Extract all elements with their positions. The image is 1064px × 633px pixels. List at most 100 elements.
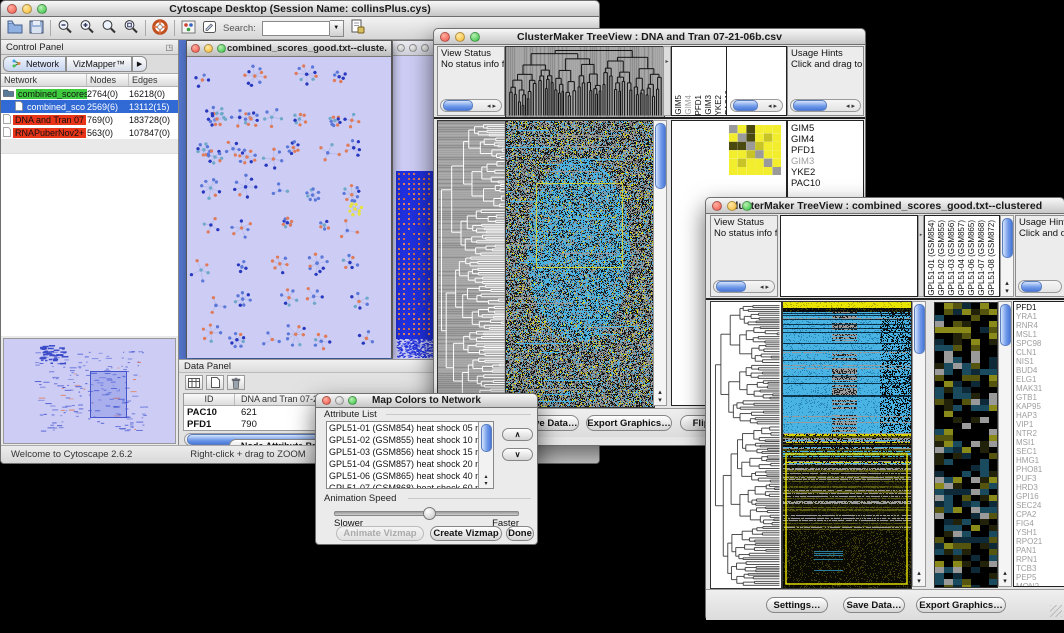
- gene-label[interactable]: MSI1: [1016, 438, 1064, 447]
- minimize-button[interactable]: [727, 201, 737, 211]
- gene-label[interactable]: PHO81: [1016, 465, 1064, 474]
- gene-label[interactable]: MSL1: [1016, 330, 1064, 339]
- background-network-window[interactable]: [392, 40, 436, 359]
- col-network[interactable]: Network: [1, 74, 87, 86]
- scroll-arrows[interactable]: ▴▾: [1005, 280, 1009, 296]
- gene-label[interactable]: CLN1: [1016, 348, 1064, 357]
- gene-label[interactable]: ELG1: [1016, 375, 1064, 384]
- network-list-whitespace[interactable]: [1, 153, 178, 336]
- gene-label[interactable]: GIM5: [791, 123, 863, 134]
- gene-label[interactable]: YKE2: [791, 167, 863, 178]
- gene-label[interactable]: PUF3: [1016, 474, 1064, 483]
- zoom-in-icon[interactable]: [79, 19, 95, 37]
- column-label[interactable]: GPL51-04 (GSM857): [957, 220, 966, 296]
- network-graph-canvas[interactable]: [187, 57, 391, 358]
- listbox-vscrollbar[interactable]: ▴▾: [478, 422, 493, 488]
- attribute-item[interactable]: GPL51-06 (GSM865) heat shock 40 min: [327, 470, 479, 482]
- gene-label[interactable]: YRA1: [1016, 312, 1064, 321]
- gene-label[interactable]: PEP5: [1016, 573, 1064, 582]
- tv1-row-dendrogram[interactable]: [437, 120, 507, 408]
- export-graphics-button[interactable]: Export Graphics…: [916, 597, 1006, 613]
- global-hscrollbar[interactable]: ◂▸: [730, 99, 783, 112]
- search-input[interactable]: [262, 21, 330, 36]
- gene-label[interactable]: SPC98: [1016, 339, 1064, 348]
- scrollbar-thumb[interactable]: [914, 304, 925, 354]
- attribute-item[interactable]: GPL51-04 (GSM857) heat shock 20 min: [327, 458, 479, 470]
- zoom-button[interactable]: [348, 396, 357, 405]
- gene-label[interactable]: GIM4: [791, 134, 863, 145]
- splitter-handle[interactable]: ▸: [663, 46, 671, 116]
- column-label[interactable]: GIM4: [684, 95, 693, 115]
- annotation-icon[interactable]: [202, 20, 217, 37]
- view-status-hscrollbar[interactable]: ◂▸: [713, 280, 775, 293]
- scroll-arrows[interactable]: ▴▾: [1003, 570, 1007, 586]
- close-button[interactable]: [440, 32, 450, 42]
- gene-label[interactable]: MON2: [1016, 582, 1064, 587]
- close-button[interactable]: [7, 4, 17, 14]
- export-graphics-button[interactable]: Export Graphics…: [586, 415, 672, 431]
- column-label[interactable]: GPL51-02 (GSM855): [937, 220, 946, 296]
- help-lifering-icon[interactable]: [152, 19, 168, 38]
- network-row-rnapuber[interactable]: RNAPuberNov2+ 563(0) 107847(0): [1, 126, 178, 139]
- animate-vizmap-button[interactable]: Animate Vizmap: [336, 526, 424, 541]
- scrollbar-thumb[interactable]: [716, 281, 746, 292]
- gene-label[interactable]: PAC10: [791, 178, 863, 189]
- zoom-button[interactable]: [470, 32, 480, 42]
- scroll-arrows[interactable]: ◂▸: [487, 102, 501, 110]
- gene-label[interactable]: SEC1: [1016, 447, 1064, 456]
- delete-attribute-icon[interactable]: [227, 375, 245, 390]
- zoom-button[interactable]: [421, 44, 429, 52]
- gene-label[interactable]: VIP1: [1016, 420, 1064, 429]
- usage-hscrollbar[interactable]: ◂▸: [790, 99, 861, 112]
- gene-label[interactable]: MAK31: [1016, 384, 1064, 393]
- scroll-arrows[interactable]: ▴▾: [658, 389, 662, 405]
- inactive-title-bar[interactable]: [393, 41, 435, 56]
- done-button[interactable]: Done: [506, 526, 534, 541]
- gene-label[interactable]: YSH1: [1016, 528, 1064, 537]
- usage-hscrollbar[interactable]: [1018, 280, 1062, 293]
- attribute-batch-icon[interactable]: [350, 19, 365, 37]
- dialog-title-bar[interactable]: Map Colors to Network: [315, 393, 538, 408]
- gene-label[interactable]: GPI16: [1016, 492, 1064, 501]
- tv1-vscrollbar[interactable]: ▴▾: [653, 120, 667, 406]
- tv1-title-bar[interactable]: ClusterMaker TreeView : DNA and Tran 07-…: [433, 28, 866, 45]
- col-nodes[interactable]: Nodes: [87, 74, 129, 86]
- gene-label[interactable]: HMG1: [1016, 456, 1064, 465]
- scrollbar-thumb[interactable]: [1021, 281, 1042, 292]
- gene-label[interactable]: RPN1: [1016, 555, 1064, 564]
- column-label[interactable]: GPL51-03 (GSM856): [947, 220, 956, 296]
- scrollbar-thumb[interactable]: [793, 100, 827, 111]
- gene-label[interactable]: FIG4: [1016, 519, 1064, 528]
- scrollbar-thumb[interactable]: [481, 424, 492, 452]
- close-button[interactable]: [712, 201, 722, 211]
- network-row-combined-scores[interactable]: combined_scores 2764(0) 16218(0): [1, 87, 178, 100]
- column-label[interactable]: GIM5: [674, 95, 683, 115]
- save-data-button[interactable]: Save Data…: [843, 597, 905, 613]
- dense-grid-network-canvas[interactable]: [396, 171, 434, 359]
- network-view-window[interactable]: combined_scores_good.txt--cluste...: [186, 40, 392, 358]
- attribute-item[interactable]: GPL51-01 (GSM854) heat shock 05 min: [327, 422, 479, 434]
- gene-label[interactable]: GTB1: [1016, 393, 1064, 402]
- main-title-bar[interactable]: Cytoscape Desktop (Session Name: collins…: [0, 0, 600, 17]
- column-label[interactable]: GPL51-07 (GSM868): [977, 220, 986, 296]
- scrollbar-thumb[interactable]: [1002, 218, 1013, 258]
- gene-label[interactable]: HAP3: [1016, 411, 1064, 420]
- minimize-button[interactable]: [335, 396, 344, 405]
- scroll-arrows[interactable]: ◂▸: [760, 283, 774, 291]
- tv2-mini-vscrollbar[interactable]: ▴▾: [998, 301, 1012, 587]
- tab-overflow-arrow[interactable]: ▶: [132, 56, 147, 72]
- tv2-column-tree-area[interactable]: [780, 215, 918, 297]
- animation-speed-slider[interactable]: [334, 511, 519, 516]
- tv2-row-dendrogram[interactable]: [710, 301, 782, 589]
- settings-button[interactable]: Settings…: [766, 597, 828, 613]
- scroll-arrows[interactable]: ◂▸: [846, 102, 860, 110]
- zoom-button[interactable]: [37, 4, 47, 14]
- select-attributes-icon[interactable]: [185, 375, 203, 390]
- attribute-item[interactable]: GPL51-02 (GSM855) heat shock 10 min: [327, 434, 479, 446]
- gene-label[interactable]: PFD1: [1016, 303, 1064, 312]
- gene-label[interactable]: CPA2: [1016, 510, 1064, 519]
- close-button[interactable]: [397, 44, 405, 52]
- move-down-button[interactable]: ∨: [502, 448, 533, 461]
- column-label[interactable]: YKE2: [714, 95, 723, 115]
- new-attribute-icon[interactable]: [206, 375, 224, 390]
